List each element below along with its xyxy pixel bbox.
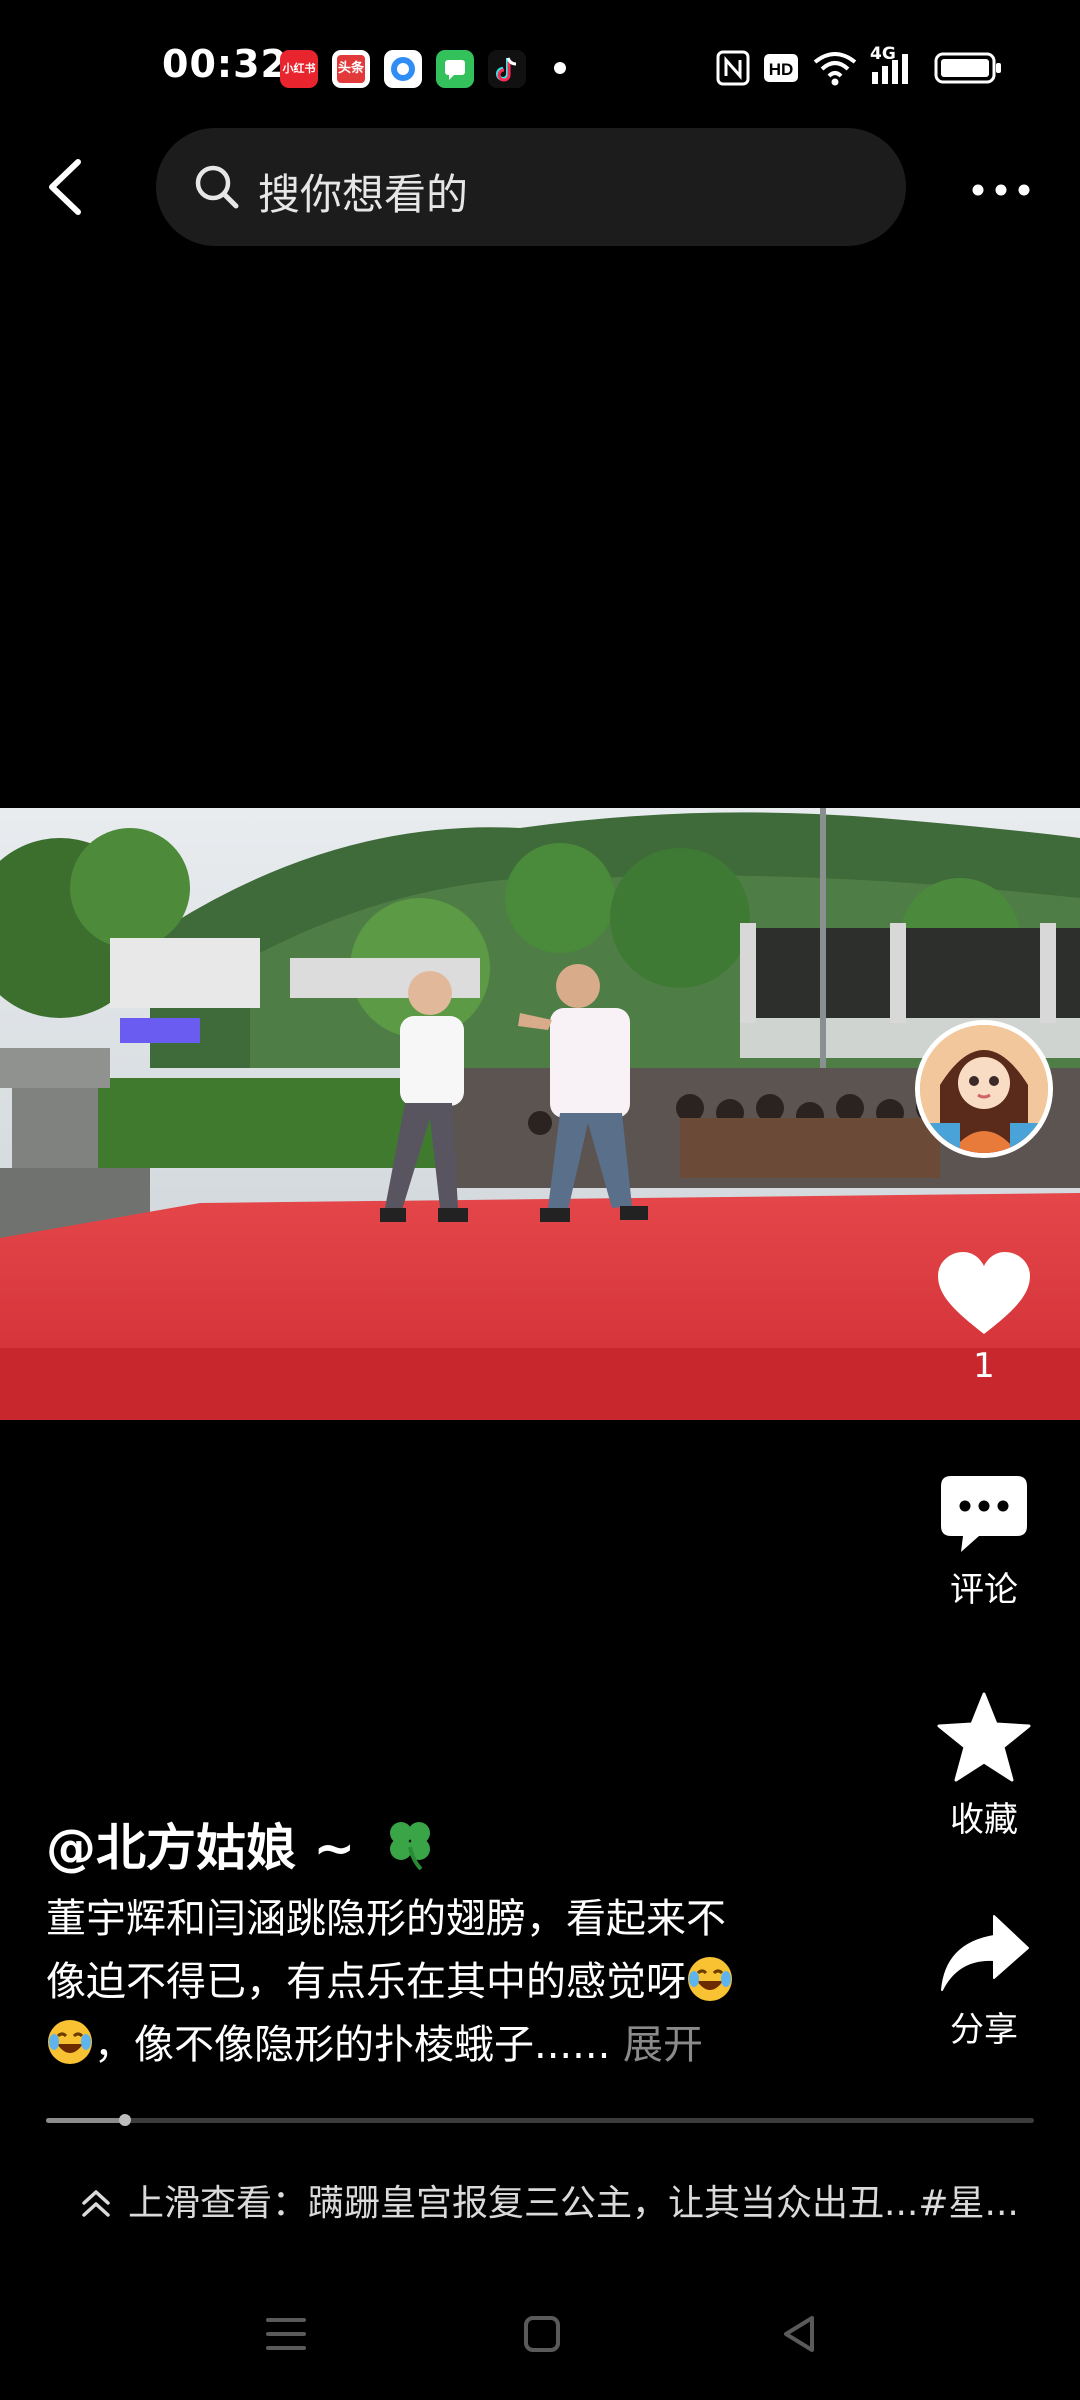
browser-icon	[384, 50, 422, 88]
douyin-icon	[488, 50, 526, 88]
share-label: 分享	[950, 2010, 1018, 2050]
like-button[interactable]: 1	[904, 1252, 1064, 1386]
share-arrow-icon	[941, 1915, 1029, 1991]
triangle-back-icon	[784, 2316, 814, 2352]
avatar-image	[920, 1025, 1048, 1153]
comment-bubble-icon	[941, 1476, 1027, 1552]
comment-button[interactable]: 评论	[904, 1474, 1064, 1611]
wifi-icon	[813, 52, 857, 86]
more-dots-icon	[972, 184, 1030, 196]
caption-text-3: ，像不像隐形的扑棱蛾子......	[94, 2022, 611, 2068]
clover-emoji-icon	[389, 1822, 430, 1871]
nav-home-button[interactable]	[514, 2306, 570, 2362]
menu-lines-icon	[266, 2318, 306, 2350]
favorite-label: 收藏	[950, 1800, 1018, 1840]
search-placeholder: 搜你想看的	[258, 170, 469, 219]
caption-text-2: 像迫不得已，有点乐在其中的感觉呀	[46, 1959, 686, 2005]
nfc-icon	[716, 50, 750, 86]
star-icon	[937, 1692, 1031, 1782]
progress-fill	[46, 2118, 126, 2123]
laughing-tears-emoji-icon	[688, 1957, 732, 2001]
nav-back-button[interactable]	[772, 2306, 828, 2362]
author-name: @北方姑娘 ~	[46, 1819, 356, 1877]
search-input[interactable]: 搜你想看的	[156, 128, 906, 246]
messages-icon	[436, 50, 474, 88]
toutiao-icon: 头条	[332, 50, 370, 88]
caption-text-1: 董宇辉和闫涵跳隐形的翅膀，看起来不	[46, 1896, 726, 1942]
more-notifications-dot	[554, 62, 566, 74]
post-caption[interactable]: 董宇辉和闫涵跳隐形的翅膀，看起来不 像迫不得已，有点乐在其中的感觉呀 ，像不像隐…	[46, 1888, 846, 2077]
xiaohongshu-icon: 小红书	[280, 50, 318, 88]
expand-caption-button[interactable]: 展开	[623, 2022, 703, 2068]
swipe-hint-text: 上滑查看：蹒跚皇宫报复三公主，让其当众出丑...#星...	[128, 2183, 1019, 2224]
like-count: 1	[973, 1346, 995, 1386]
favorite-button[interactable]: 收藏	[904, 1692, 1064, 1841]
square-home-icon	[524, 2316, 560, 2352]
status-bar: 00:32 小红书 头条 HD 4G	[0, 0, 1080, 130]
double-chevron-up-icon	[82, 2190, 110, 2217]
author-avatar[interactable]	[915, 1020, 1053, 1158]
author-name-link[interactable]: @北方姑娘 ~	[46, 1808, 437, 1880]
share-button[interactable]: 分享	[904, 1914, 1064, 2051]
progress-handle[interactable]	[119, 2114, 132, 2126]
nav-menu-button[interactable]	[258, 2306, 314, 2362]
heart-icon	[938, 1252, 1030, 1334]
back-button[interactable]	[34, 152, 104, 222]
battery-icon	[934, 52, 1001, 84]
more-options-button[interactable]	[966, 170, 1036, 210]
status-time: 00:32	[162, 42, 288, 86]
swipe-up-hint[interactable]: 上滑查看：蹒跚皇宫报复三公主，让其当众出丑...#星...	[78, 2174, 1019, 2226]
signal-icon	[872, 54, 908, 84]
video-progress-bar[interactable]	[46, 2114, 1034, 2126]
comment-label: 评论	[950, 1570, 1018, 1610]
hd-icon: HD	[764, 54, 798, 82]
back-arrow-icon	[49, 159, 81, 215]
laughing-tears-emoji-icon	[48, 2020, 92, 2064]
svg-text:HD: HD	[769, 60, 794, 79]
search-icon	[195, 165, 239, 209]
